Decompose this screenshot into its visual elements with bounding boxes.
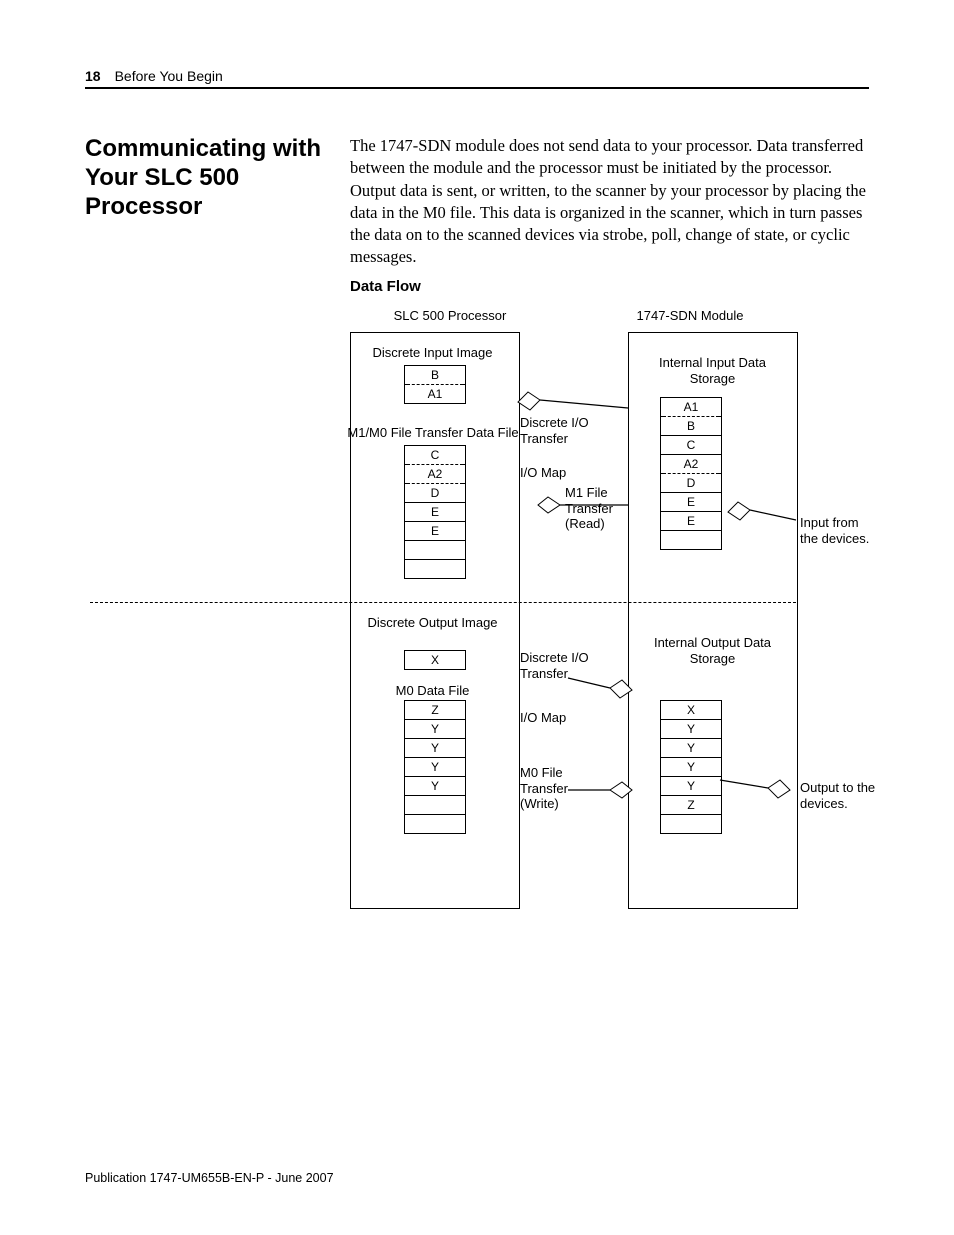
section-heading: Communicating with Your SLC 500 Processo… <box>85 135 335 221</box>
chapter-name: Before You Begin <box>115 68 223 84</box>
running-header: 18 Before You Begin <box>85 68 869 84</box>
arrow-overlay <box>350 300 870 920</box>
body-paragraph: The 1747-SDN module does not send data t… <box>350 135 869 269</box>
footer-publication: Publication 1747-UM655B-EN-P - June 2007 <box>85 1171 334 1185</box>
page-number: 18 <box>85 68 101 84</box>
header-rule <box>85 87 869 89</box>
data-flow-heading: Data Flow <box>350 278 421 295</box>
data-flow-diagram: SLC 500 Processor 1747-SDN Module Discre… <box>350 300 870 920</box>
